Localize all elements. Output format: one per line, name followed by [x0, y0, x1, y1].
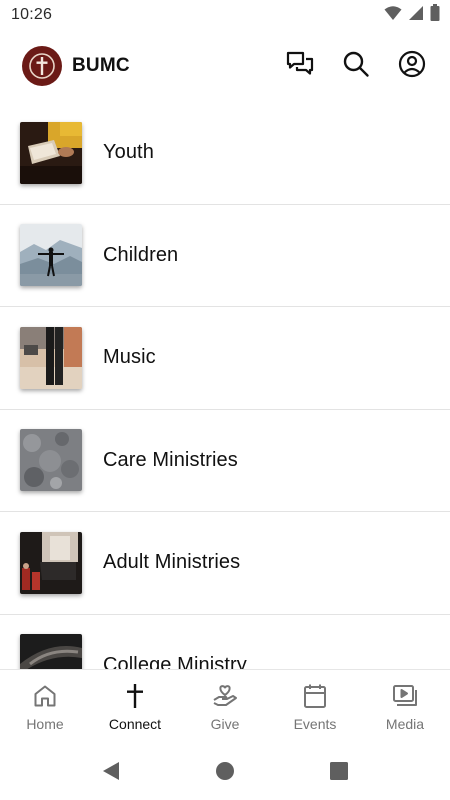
- heart-hand-icon: [212, 682, 238, 710]
- nav-label: Events: [293, 716, 337, 732]
- nav-give[interactable]: Give: [180, 670, 270, 746]
- calendar-icon: [303, 682, 327, 710]
- account-circle-icon: [398, 50, 426, 83]
- status-icons: [384, 4, 440, 26]
- music-thumbnail: [20, 326, 82, 389]
- list-item-adult-ministries[interactable]: Adult Ministries: [0, 512, 450, 615]
- list-item-label: Children: [103, 243, 179, 266]
- bottom-nav: Home Connect Give Events Media: [0, 669, 450, 746]
- list-item-label: Youth: [103, 141, 154, 164]
- list-item-youth[interactable]: Youth: [0, 102, 450, 205]
- nav-label: Home: [26, 716, 64, 732]
- search-button[interactable]: [340, 50, 372, 82]
- status-bar: 10:26: [0, 0, 450, 30]
- care-ministries-thumbnail: [20, 429, 82, 492]
- app-title: BUMC: [72, 55, 130, 76]
- media-play-icon: [392, 682, 418, 710]
- youth-thumbnail: [20, 121, 82, 184]
- chat-bubbles-icon: [286, 51, 314, 82]
- battery-icon: [430, 4, 440, 26]
- profile-button[interactable]: [396, 50, 428, 82]
- college-ministry-thumbnail: [20, 634, 82, 669]
- nav-label: Media: [385, 716, 425, 732]
- list-item-care-ministries[interactable]: Care Ministries: [0, 410, 450, 512]
- header-actions: [284, 50, 428, 82]
- status-time: 10:26: [11, 6, 53, 23]
- home-circle-icon: [215, 761, 235, 786]
- nav-connect[interactable]: Connect: [90, 670, 180, 746]
- church-logo[interactable]: [22, 46, 62, 86]
- wifi-icon: [384, 5, 402, 26]
- list-item-label: Care Ministries: [103, 448, 238, 471]
- recents-button[interactable]: [282, 761, 396, 786]
- ministry-list: Youth Children Music Care Ministries Adu…: [0, 102, 450, 669]
- list-item-children[interactable]: Children: [0, 205, 450, 307]
- system-nav-bar: [0, 746, 450, 800]
- recents-square-icon: [329, 761, 349, 786]
- nav-label: Connect: [108, 716, 162, 732]
- search-icon: [342, 50, 370, 83]
- back-triangle-icon: [101, 760, 121, 787]
- list-item-label: College Ministry: [103, 653, 247, 669]
- cell-signal-icon: [408, 5, 424, 26]
- nav-events[interactable]: Events: [270, 670, 360, 746]
- app-header: BUMC: [0, 30, 450, 102]
- home-icon: [33, 682, 57, 710]
- cross-icon: [123, 682, 147, 710]
- adult-ministries-thumbnail: [20, 531, 82, 594]
- list-item-label: Music: [103, 346, 156, 369]
- list-item-label: Adult Ministries: [103, 551, 241, 574]
- nav-media[interactable]: Media: [360, 670, 450, 746]
- nav-home[interactable]: Home: [0, 670, 90, 746]
- messages-button[interactable]: [284, 50, 316, 82]
- children-thumbnail: [20, 224, 82, 287]
- list-item-college-ministry[interactable]: College Ministry: [0, 615, 450, 669]
- list-item-music[interactable]: Music: [0, 307, 450, 410]
- nav-label: Give: [210, 716, 240, 732]
- home-system-button[interactable]: [168, 761, 282, 786]
- back-button[interactable]: [54, 760, 168, 787]
